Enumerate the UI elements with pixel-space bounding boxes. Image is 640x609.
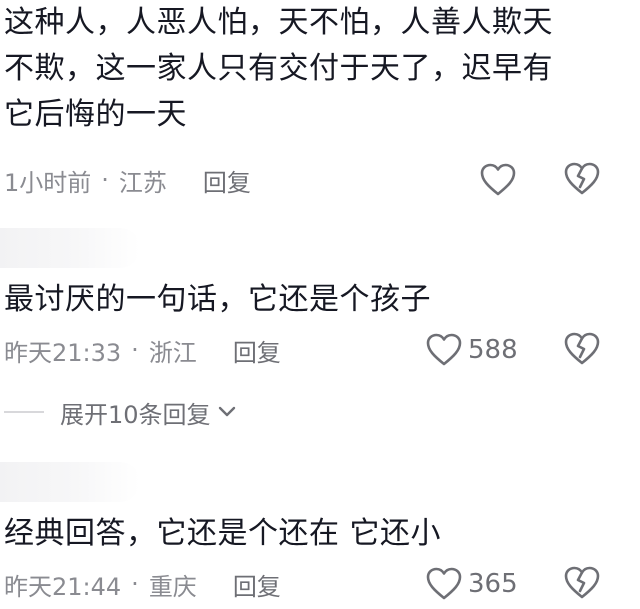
like-button[interactable]: 588 bbox=[426, 330, 518, 370]
comment-location: 浙江 bbox=[148, 338, 197, 367]
chevron-down-icon bbox=[218, 406, 235, 417]
heart-outline-icon bbox=[426, 333, 462, 366]
reply-button[interactable]: 回复 bbox=[233, 333, 281, 368]
comment-text: 最讨厌的一句话，它还是个孩子 bbox=[4, 277, 431, 323]
comment-text: 这种人，人恶人怕，天不怕，人善人欺天 不欺，这一家人只有交付于天了，迟早有 它后… bbox=[4, 0, 553, 138]
avatar[interactable] bbox=[0, 228, 140, 268]
broken-heart-icon bbox=[564, 162, 600, 195]
comment-time: 昨天21:33 bbox=[4, 338, 122, 367]
divider-line bbox=[4, 411, 44, 413]
like-count: 588 bbox=[468, 335, 518, 365]
comment-location: 重庆 bbox=[148, 572, 197, 601]
like-count: 365 bbox=[468, 569, 518, 599]
comment-meta: 昨天21:44 · 重庆 回复 bbox=[4, 564, 281, 604]
comment-text-line: 最讨厌的一句话，它还是个孩子 bbox=[4, 282, 431, 317]
heart-outline-icon bbox=[480, 163, 516, 196]
dislike-button[interactable] bbox=[564, 332, 600, 368]
comment-meta: 昨天21:33 · 浙江 回复 bbox=[4, 330, 281, 370]
avatar[interactable] bbox=[0, 462, 140, 502]
broken-heart-icon bbox=[564, 566, 600, 599]
comment-text-line: 不欺，这一家人只有交付于天了，迟早有 bbox=[4, 51, 553, 86]
comment-text: 经典回答，它还是个还在 它还小 bbox=[4, 511, 441, 557]
comment-text-line: 经典回答，它还是个还在 它还小 bbox=[4, 516, 442, 551]
expand-replies-button[interactable]: 展开10条回复 bbox=[4, 392, 237, 432]
comment-location: 江苏 bbox=[118, 168, 167, 197]
separator-dot: · bbox=[101, 166, 109, 194]
heart-outline-icon bbox=[426, 567, 462, 600]
reply-button[interactable]: 回复 bbox=[233, 567, 281, 602]
dislike-button[interactable] bbox=[564, 566, 600, 602]
comment-text-line: 它后悔的一天 bbox=[4, 97, 187, 132]
separator-dot: · bbox=[131, 570, 139, 598]
expand-replies-label: 展开10条回复 bbox=[60, 400, 211, 429]
comment-meta: 1小时前 · 江苏 回复 bbox=[4, 160, 251, 200]
reply-button[interactable]: 回复 bbox=[203, 163, 251, 198]
like-button[interactable]: 365 bbox=[426, 564, 518, 604]
comment-time: 1小时前 bbox=[4, 168, 92, 197]
comment-time: 昨天21:44 bbox=[4, 572, 122, 601]
like-button[interactable] bbox=[480, 160, 516, 200]
comment-text-line: 这种人，人恶人怕，天不怕，人善人欺天 bbox=[4, 5, 553, 40]
dislike-button[interactable] bbox=[564, 162, 600, 198]
broken-heart-icon bbox=[564, 332, 600, 365]
separator-dot: · bbox=[131, 336, 139, 364]
